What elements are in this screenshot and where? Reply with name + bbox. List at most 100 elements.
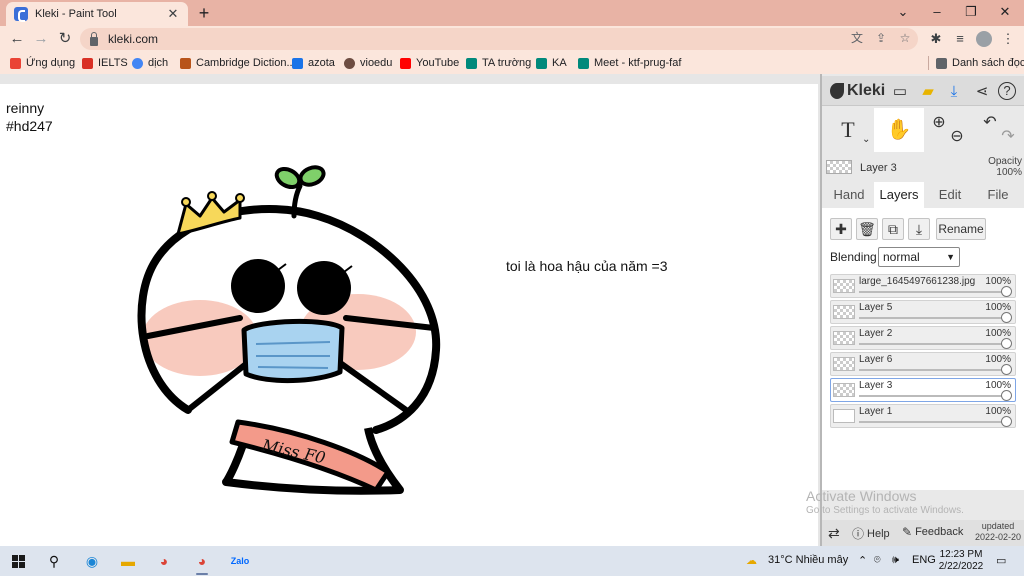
browser-tab[interactable]: Kleki - Paint Tool ✕ bbox=[6, 2, 188, 26]
hand-tool-icon[interactable]: ✋ bbox=[874, 108, 924, 152]
opacity-slider-track[interactable] bbox=[859, 317, 1003, 319]
swap-sides-icon[interactable]: ⇄ bbox=[828, 525, 843, 542]
canvas-caption: toi là hoa hậu của năm =3 bbox=[506, 258, 668, 274]
weather-text[interactable]: 31°C Nhiều mây bbox=[768, 554, 848, 566]
share-icon[interactable]: ⋖ bbox=[972, 82, 992, 102]
open-folder-icon[interactable]: ▰ bbox=[918, 82, 938, 102]
opacity-slider-track[interactable] bbox=[859, 421, 1003, 423]
network-icon[interactable]: ⌾ bbox=[874, 554, 881, 567]
bookmark-star-icon[interactable]: ☆ bbox=[896, 29, 914, 47]
browser-toolbar: ← → ↻ kleki.com 文 ⇪ ☆ ✱ ≡ ⋮ bbox=[0, 26, 1024, 52]
sprout-leaf-left bbox=[274, 166, 302, 190]
azota-icon bbox=[292, 57, 303, 69]
layer-row[interactable]: Layer 2 100% bbox=[830, 326, 1016, 350]
undo-icon[interactable]: ↶ bbox=[980, 108, 1000, 152]
reload-icon[interactable]: ↻ bbox=[54, 28, 76, 50]
reading-list[interactable]: Danh sách đọc bbox=[936, 55, 1024, 71]
layer-thumbnail bbox=[833, 409, 855, 423]
bookmark-youtube[interactable]: YouTube bbox=[400, 55, 459, 71]
kleki-logo[interactable]: Kleki bbox=[830, 82, 885, 100]
bookmark-cambridge[interactable]: Cambridge Diction... bbox=[180, 55, 296, 71]
minimize-button[interactable]: – bbox=[920, 0, 954, 24]
bookmark-vioedu[interactable]: vioedu bbox=[344, 55, 392, 71]
opacity-slider-handle[interactable] bbox=[1001, 286, 1012, 297]
apps-grid-icon bbox=[10, 57, 21, 69]
bookmark-ka[interactable]: KA bbox=[536, 55, 567, 71]
delete-layer-trash-icon[interactable]: 🗑 bbox=[856, 218, 878, 240]
opacity-slider-track[interactable] bbox=[859, 369, 1003, 371]
close-window-button[interactable]: ✕ bbox=[988, 0, 1022, 24]
back-arrow-icon[interactable]: ← bbox=[6, 28, 28, 50]
opacity-slider-track[interactable] bbox=[859, 395, 1003, 397]
search-icon[interactable]: ⚲ bbox=[42, 549, 66, 573]
edge-browser-icon[interactable]: ◉ bbox=[80, 549, 104, 573]
text-tool-icon[interactable]: T ⌄ bbox=[826, 108, 870, 152]
bookmark-meet[interactable]: Meet - ktf-prug-faf bbox=[578, 55, 681, 71]
extensions-puzzle-icon[interactable]: ✱ bbox=[926, 29, 946, 49]
blending-mode-select[interactable]: normal ▼ bbox=[878, 247, 960, 267]
drawing-canvas[interactable]: reinny #hd247 toi là hoa hậu của năm =3 … bbox=[0, 84, 818, 546]
bookmark-ta-truong[interactable]: TA trường bbox=[466, 55, 531, 71]
tab-layers[interactable]: Layers bbox=[874, 182, 924, 208]
opacity-slider-track[interactable] bbox=[859, 343, 1003, 345]
add-layer-button[interactable]: ✚ bbox=[830, 218, 852, 240]
file-explorer-icon[interactable]: ▬ bbox=[116, 549, 140, 573]
volume-icon[interactable]: 🕪 bbox=[892, 554, 899, 567]
layer-row[interactable]: Layer 6 100% bbox=[830, 352, 1016, 376]
kleki-logo-icon bbox=[830, 83, 844, 99]
tray-overflow-icon[interactable]: ⌃ bbox=[858, 554, 867, 567]
chrome-active-icon[interactable]: ◕ bbox=[190, 549, 214, 575]
layer-thumbnail bbox=[833, 279, 855, 293]
tab-close-icon[interactable]: ✕ bbox=[166, 6, 180, 22]
bookmark-apps[interactable]: Ứng dụng bbox=[10, 55, 75, 71]
crown-gem-left bbox=[181, 197, 191, 207]
help-link[interactable]: ⓘ Help bbox=[852, 525, 890, 542]
layer-name: Layer 1 bbox=[859, 406, 893, 417]
chrome-icon[interactable]: ◕ bbox=[152, 549, 176, 573]
panel-footer: ⇄ ⓘ Help ✎ Feedback updated 2022-02-20 bbox=[822, 520, 1024, 546]
layer-row-active[interactable]: Layer 3 100% bbox=[830, 378, 1016, 402]
opacity-slider-handle[interactable] bbox=[1001, 364, 1012, 375]
opacity-slider-handle[interactable] bbox=[1001, 338, 1012, 349]
merge-down-icon[interactable]: ⤓ bbox=[908, 218, 930, 240]
new-image-icon[interactable]: ▭ bbox=[890, 82, 910, 102]
tab-search-icon[interactable]: ⌄ bbox=[886, 0, 920, 24]
address-bar[interactable]: kleki.com bbox=[80, 28, 918, 50]
zoom-out-icon[interactable]: ⊖ bbox=[946, 108, 968, 152]
zalo-icon[interactable]: Zalo bbox=[228, 549, 252, 573]
updated-info[interactable]: updated 2022-02-20 bbox=[972, 521, 1024, 543]
redo-icon[interactable]: ↷ bbox=[998, 108, 1018, 152]
tab-hand[interactable]: Hand bbox=[826, 182, 872, 208]
notification-icon[interactable]: ▭ bbox=[996, 554, 1006, 567]
opacity-slider-track[interactable] bbox=[859, 291, 1003, 293]
tab-edit[interactable]: Edit bbox=[928, 182, 972, 208]
layer-row[interactable]: Layer 1 100% bbox=[830, 404, 1016, 428]
layer-row[interactable]: large_1645497661238.jpg 100% bbox=[830, 274, 1016, 298]
windows-start-icon[interactable] bbox=[6, 549, 30, 573]
opacity-slider-handle[interactable] bbox=[1001, 416, 1012, 427]
help-question-icon[interactable]: ? bbox=[998, 82, 1016, 100]
bookmark-dich[interactable]: dịch bbox=[132, 55, 168, 71]
rename-layer-button[interactable]: Rename bbox=[936, 218, 986, 240]
bookmark-ielts[interactable]: IELTS bbox=[82, 55, 128, 71]
url-text: kleki.com bbox=[108, 32, 159, 46]
crown-gem-mid bbox=[207, 191, 217, 201]
language-indicator[interactable]: ENG bbox=[912, 554, 936, 566]
download-icon[interactable]: ⤓ bbox=[944, 82, 964, 102]
opacity-slider-handle[interactable] bbox=[1001, 312, 1012, 323]
restore-button[interactable]: ❐ bbox=[954, 0, 988, 24]
forward-arrow-icon[interactable]: → bbox=[30, 28, 52, 50]
system-clock[interactable]: 12:23 PM 2/22/2022 bbox=[936, 549, 986, 573]
share-icon[interactable]: ⇪ bbox=[872, 29, 890, 47]
layer-row[interactable]: Layer 5 100% bbox=[830, 300, 1016, 324]
duplicate-layer-icon[interactable]: ⧉ bbox=[882, 218, 904, 240]
bookmark-azota[interactable]: azota bbox=[292, 55, 335, 71]
profile-avatar[interactable] bbox=[976, 31, 992, 47]
new-tab-button[interactable]: + bbox=[194, 3, 214, 23]
menu-kebab-icon[interactable]: ⋮ bbox=[998, 29, 1018, 49]
translate-icon[interactable]: 文 bbox=[848, 29, 866, 47]
tab-file[interactable]: File bbox=[976, 182, 1020, 208]
opacity-slider-handle[interactable] bbox=[1001, 390, 1012, 401]
feedback-link[interactable]: ✎ Feedback bbox=[902, 525, 963, 539]
media-control-icon[interactable]: ≡ bbox=[950, 29, 970, 49]
